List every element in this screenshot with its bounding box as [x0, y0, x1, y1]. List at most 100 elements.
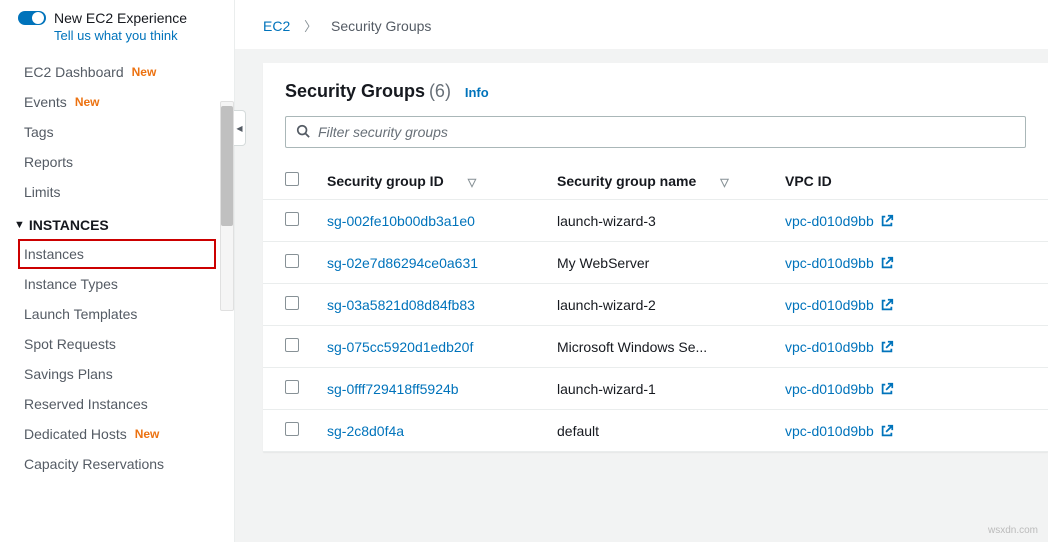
cell-sg-id: sg-0fff729418ff5924b: [313, 368, 543, 410]
main-content: EC2 〉 Security Groups Security Groups (6…: [235, 0, 1048, 542]
nav-label: Spot Requests: [24, 336, 116, 352]
filter-input[interactable]: [318, 124, 1015, 140]
cell-sg-name: launch-wizard-1: [543, 368, 771, 410]
table-row[interactable]: sg-075cc5920d1edb20f Microsoft Windows Se…: [263, 326, 1048, 368]
vpc-link[interactable]: vpc-d010d9bb: [785, 255, 874, 271]
cell-sg-id: sg-02e7d86294ce0a631: [313, 242, 543, 284]
breadcrumb-root[interactable]: EC2: [263, 18, 290, 34]
nav-limits[interactable]: Limits: [0, 177, 234, 207]
vpc-link[interactable]: vpc-d010d9bb: [785, 423, 874, 439]
checkbox[interactable]: [285, 380, 299, 394]
nav-reserved-instances[interactable]: Reserved Instances: [0, 389, 234, 419]
nav-label: Launch Templates: [24, 306, 137, 322]
external-link-icon[interactable]: [880, 423, 894, 439]
nav-label: Capacity Reservations: [24, 456, 164, 472]
cell-sg-id: sg-2c8d0f4a: [313, 410, 543, 452]
new-experience-toggle[interactable]: [18, 11, 46, 25]
nav-instance-types[interactable]: Instance Types: [0, 269, 234, 299]
col-vpc-id[interactable]: VPC ID: [771, 162, 1048, 200]
table-row[interactable]: sg-2c8d0f4a default vpc-d010d9bb: [263, 410, 1048, 452]
collapse-sidebar-button[interactable]: [234, 110, 246, 146]
vpc-link[interactable]: vpc-d010d9bb: [785, 213, 874, 229]
scrollbar-thumb[interactable]: [221, 106, 233, 226]
breadcrumb-current: Security Groups: [331, 18, 431, 34]
col-security-group-name[interactable]: Security group name: [543, 162, 771, 200]
watermark: wsxdn.com: [988, 525, 1038, 536]
filter-box[interactable]: [285, 116, 1026, 148]
vpc-link[interactable]: vpc-d010d9bb: [785, 339, 874, 355]
table-row[interactable]: sg-0fff729418ff5924b launch-wizard-1 vpc-d…: [263, 368, 1048, 410]
new-badge: New: [135, 427, 160, 441]
sg-id-link[interactable]: sg-03a5821d08d84fb83: [327, 297, 475, 313]
checkbox[interactable]: [285, 212, 299, 226]
nav-label: EC2 Dashboard: [24, 64, 124, 80]
nav-instances[interactable]: Instances: [18, 239, 216, 269]
external-link-icon[interactable]: [880, 255, 894, 271]
external-link-icon[interactable]: [880, 381, 894, 397]
select-all-header[interactable]: [263, 162, 313, 200]
row-checkbox-cell[interactable]: [263, 410, 313, 452]
row-checkbox-cell[interactable]: [263, 242, 313, 284]
nav-ec2-dashboard[interactable]: EC2 Dashboard New: [0, 57, 234, 87]
checkbox[interactable]: [285, 296, 299, 310]
nav-capacity-reservations[interactable]: Capacity Reservations: [0, 449, 234, 479]
checkbox[interactable]: [285, 172, 299, 186]
sg-id-link[interactable]: sg-2c8d0f4a: [327, 423, 404, 439]
checkbox[interactable]: [285, 338, 299, 352]
cell-vpc-id: vpc-d010d9bb: [771, 284, 1048, 326]
panel-title: Security Groups: [285, 81, 425, 101]
checkbox[interactable]: [285, 254, 299, 268]
panel-header: Security Groups (6) Info: [263, 63, 1048, 116]
search-icon: [296, 124, 310, 141]
cell-vpc-id: vpc-d010d9bb: [771, 242, 1048, 284]
table-row[interactable]: sg-002fe10b00db3a1e0 launch-wizard-3 vpc-d…: [263, 200, 1048, 242]
external-link-icon[interactable]: [880, 297, 894, 313]
nav-savings-plans[interactable]: Savings Plans: [0, 359, 234, 389]
cell-vpc-id: vpc-d010d9bb: [771, 410, 1048, 452]
nav-spot-requests[interactable]: Spot Requests: [0, 329, 234, 359]
table-row[interactable]: sg-02e7d86294ce0a631My WebServervpc-d010…: [263, 242, 1048, 284]
nav-label: Events: [24, 94, 67, 110]
cell-sg-id: sg-002fe10b00db3a1e0: [313, 200, 543, 242]
section-instances-header[interactable]: ▼ INSTANCES: [0, 207, 234, 239]
cell-vpc-id: vpc-d010d9bb: [771, 368, 1048, 410]
col-security-group-id[interactable]: Security group ID: [313, 162, 543, 200]
sg-id-link[interactable]: sg-075cc5920d1edb20f: [327, 339, 473, 355]
nav-scroll: ▲ EC2 Dashboard New Events New Tags Repo…: [0, 49, 234, 542]
nav-label: Instance Types: [24, 276, 118, 292]
cell-sg-name: Microsoft Windows Se...: [543, 326, 771, 368]
nav-events[interactable]: Events New: [0, 87, 234, 117]
row-checkbox-cell[interactable]: [263, 368, 313, 410]
row-checkbox-cell[interactable]: [263, 200, 313, 242]
table-row[interactable]: sg-03a5821d08d84fb83 launch-wizard-2 vpc-d…: [263, 284, 1048, 326]
cell-sg-name: launch-wizard-2: [543, 284, 771, 326]
row-checkbox-cell[interactable]: [263, 284, 313, 326]
new-badge: New: [132, 65, 157, 79]
info-link[interactable]: Info: [465, 85, 489, 100]
caret-down-icon: ▼: [14, 219, 25, 231]
nav-label: Limits: [24, 184, 61, 200]
cell-sg-name: default: [543, 410, 771, 452]
vpc-link[interactable]: vpc-d010d9bb: [785, 297, 874, 313]
external-link-icon[interactable]: [880, 213, 894, 229]
panel-count: (6): [429, 81, 451, 101]
security-groups-panel: Security Groups (6) Info Security group …: [263, 63, 1048, 452]
checkbox[interactable]: [285, 422, 299, 436]
nav-label: Savings Plans: [24, 366, 113, 382]
sg-id-link[interactable]: sg-02e7d86294ce0a631: [327, 255, 478, 271]
sg-id-link[interactable]: sg-002fe10b00db3a1e0: [327, 213, 475, 229]
nav-label: Reports: [24, 154, 73, 170]
scrollbar[interactable]: [220, 101, 234, 311]
row-checkbox-cell[interactable]: [263, 326, 313, 368]
new-badge: New: [75, 95, 100, 109]
nav-launch-templates[interactable]: Launch Templates: [0, 299, 234, 329]
nav-tags[interactable]: Tags: [0, 117, 234, 147]
nav-dedicated-hosts[interactable]: Dedicated Hosts New: [0, 419, 234, 449]
toggle-label: New EC2 Experience: [54, 10, 187, 26]
nav-reports[interactable]: Reports: [0, 147, 234, 177]
vpc-link[interactable]: vpc-d010d9bb: [785, 381, 874, 397]
cell-sg-name: launch-wizard-3: [543, 200, 771, 242]
feedback-link[interactable]: Tell us what you think: [54, 28, 216, 43]
sg-id-link[interactable]: sg-0fff729418ff5924b: [327, 381, 459, 397]
external-link-icon[interactable]: [880, 339, 894, 355]
